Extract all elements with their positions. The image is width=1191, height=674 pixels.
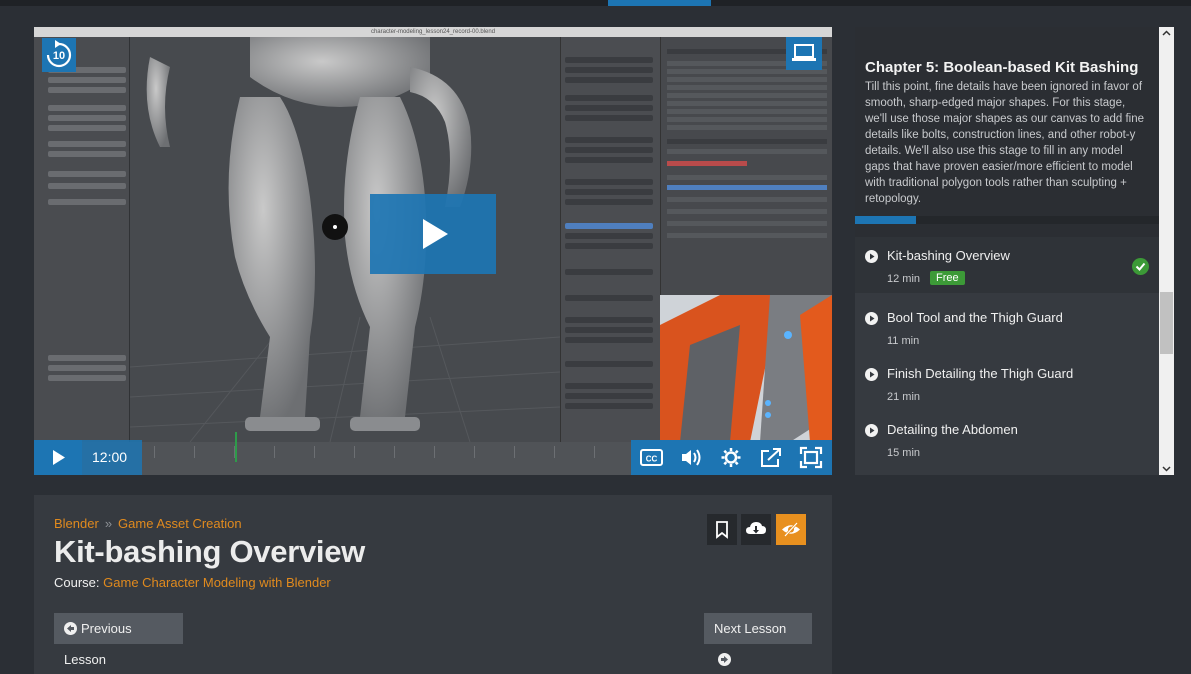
rewind-10-icon: 10 (46, 40, 72, 68)
scroll-up-icon (1162, 30, 1171, 36)
small-play-icon (53, 450, 65, 465)
play-button[interactable] (34, 440, 82, 475)
chapter-title: Chapter 5: Boolean-based Kit Bashing (865, 59, 1139, 76)
hide-lesson-button[interactable] (776, 514, 806, 545)
play-circle-icon (865, 368, 878, 381)
free-badge: Free (930, 271, 965, 285)
bookmark-button[interactable] (707, 514, 737, 545)
current-time: 12:00 (82, 440, 142, 475)
play-circle-icon (865, 250, 878, 263)
rewind-seconds: 10 (53, 50, 65, 62)
course-line: Course: Game Character Modeling with Ble… (54, 575, 331, 590)
video-window-title-bar: character-modeling_lesson24_record-00.bl… (34, 27, 832, 37)
download-button[interactable] (741, 514, 771, 545)
course-link[interactable]: Game Character Modeling with Blender (103, 575, 331, 590)
settings-icon (721, 448, 741, 467)
arrow-left-circle-icon (64, 622, 77, 635)
captions-button[interactable]: CC (633, 440, 669, 475)
render-preview-illustration (660, 295, 832, 442)
sidebar-scroll-thumb[interactable] (1160, 292, 1173, 354)
top-bar-active-indicator (608, 0, 711, 6)
settings-button[interactable] (713, 440, 749, 475)
cloud-download-icon (746, 522, 766, 534)
fullscreen-button[interactable] (793, 440, 829, 475)
lesson-item-title: Bool Tool and the Thigh Guard (887, 310, 1063, 325)
blender-timeline-playhead (235, 432, 237, 462)
lesson-item-duration: 12 min (887, 273, 921, 285)
laptop-view-button[interactable] (786, 37, 822, 70)
video-player[interactable]: character-modeling_lesson24_record-00.bl… (34, 27, 832, 475)
laptop-icon (792, 44, 816, 61)
lesson-item-title: Detailing the Abdomen (887, 422, 1018, 437)
lesson-item-duration: 21 min (887, 391, 921, 403)
play-circle-icon (865, 424, 878, 437)
lesson-item-title: Finish Detailing the Thigh Guard (887, 366, 1074, 381)
scrollbar-arrows (1162, 30, 1171, 472)
lesson-list-item[interactable]: Kit-bashing Overview 12 min Free (855, 237, 1159, 293)
chapter-description: Till this point, fine details have been … (865, 81, 1144, 205)
chapter-progress-bar (855, 216, 1159, 224)
lesson-item-duration: 11 min (887, 335, 920, 347)
share-button[interactable] (753, 440, 789, 475)
course-label: Course: (54, 575, 100, 590)
player-control-bar: CC (631, 440, 832, 475)
lesson-list-item[interactable]: Detailing the Abdomen 15 min (855, 411, 1159, 467)
lesson-info-panel: Blender» Game Asset Creation Kit-bashing … (34, 495, 832, 674)
volume-icon (682, 449, 701, 466)
lesson-item-title: Kit-bashing Overview (887, 248, 1010, 263)
big-play-button[interactable] (370, 194, 496, 274)
cc-icon: CC (640, 449, 663, 466)
top-bar (0, 0, 1191, 6)
svg-text:CC: CC (646, 455, 658, 464)
blender-render-preview (660, 295, 832, 442)
fullscreen-icon (799, 446, 823, 469)
video-window-title: character-modeling_lesson24_record-00.bl… (370, 29, 496, 35)
previous-lesson-button[interactable]: Previous Lesson (54, 613, 183, 667)
bookmark-icon (716, 521, 728, 539)
arrow-right-circle-icon (718, 653, 731, 666)
breadcrumb: Blender» Game Asset Creation (54, 516, 242, 531)
lesson-list-item[interactable]: Bool Tool and the Thigh Guard 11 min (855, 299, 1159, 355)
next-lesson-button[interactable]: Next Lesson (704, 613, 812, 666)
play-circle-icon (865, 312, 878, 325)
lesson-item-duration: 15 min (887, 447, 921, 459)
chapter-progress-fill (855, 216, 916, 224)
blender-tool-shelf (34, 37, 130, 457)
eye-slash-icon (782, 522, 800, 537)
sidebar-scrollbar[interactable] (1159, 27, 1174, 475)
rewind-10-button[interactable]: 10 (42, 38, 76, 72)
share-icon (761, 448, 781, 467)
volume-button[interactable] (673, 440, 709, 475)
scroll-down-icon (1162, 466, 1171, 472)
lesson-title: Kit-bashing Overview (54, 534, 365, 569)
completed-check-icon (1132, 258, 1149, 275)
chapter-sidebar: Chapter 5: Boolean-based Kit Bashing Til… (855, 27, 1159, 475)
breadcrumb-blender[interactable]: Blender (54, 516, 99, 531)
blender-properties-panel (560, 37, 660, 442)
lesson-list-item[interactable]: Finish Detailing the Thigh Guard 21 min (855, 355, 1159, 411)
breadcrumb-game-asset-creation[interactable]: Game Asset Creation (118, 516, 242, 531)
chapter-header: Chapter 5: Boolean-based Kit Bashing Til… (855, 27, 1159, 237)
next-lesson-label: Next Lesson (714, 621, 787, 636)
blender-outliner-panel (660, 37, 832, 295)
play-icon (423, 219, 448, 249)
